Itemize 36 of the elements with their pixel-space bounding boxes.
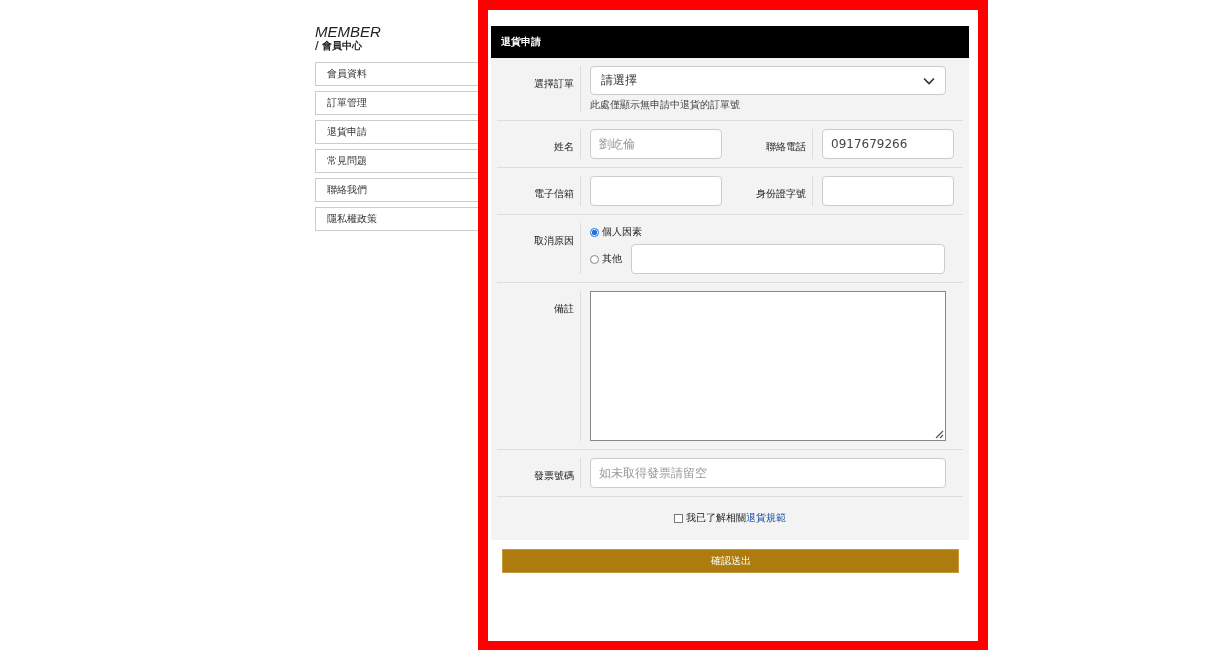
- input-field[interactable]: 0917679266: [822, 129, 954, 159]
- form-header: 退貨申請: [491, 26, 969, 58]
- radio-button[interactable]: [590, 227, 599, 237]
- sidebar-item[interactable]: 訂單管理: [315, 91, 478, 115]
- checkbox[interactable]: [674, 513, 683, 523]
- field-label: 選擇訂單: [534, 78, 574, 89]
- resize-grip-icon: [935, 430, 944, 439]
- radio-label: 個人因素: [602, 225, 642, 239]
- sidebar-item[interactable]: 常見問題: [315, 149, 478, 173]
- field-label: 姓名: [554, 141, 574, 152]
- input-field[interactable]: [631, 244, 945, 274]
- field-label: 備註: [554, 303, 574, 314]
- sidebar-item[interactable]: 隱私權政策: [315, 207, 478, 231]
- input-field[interactable]: 如未取得發票請留空: [590, 458, 946, 488]
- input-field[interactable]: [822, 176, 954, 206]
- field-label: 電子信箱: [534, 188, 574, 199]
- field-label: 取消原因: [534, 235, 574, 246]
- input-field[interactable]: 劉屹倫: [590, 129, 722, 159]
- radio-label: 其他: [602, 252, 622, 266]
- sidebar-title: MEMBER: [315, 24, 381, 40]
- agreement-text: 我已了解相關退貨規範: [686, 511, 786, 525]
- sidebar-item[interactable]: 退貨申請: [315, 120, 478, 144]
- field-label: 發票號碼: [534, 470, 574, 481]
- field-hint: 此處僅顯示無申請中退貨的訂單號: [590, 98, 741, 112]
- notes-textarea[interactable]: [590, 291, 946, 441]
- field-label: 身份證字號: [756, 188, 806, 199]
- input-field[interactable]: [590, 176, 722, 206]
- order-select[interactable]: 請選擇: [590, 66, 946, 95]
- field-label: 聯絡電話: [766, 141, 806, 152]
- sidebar-subtitle: / 會員中心: [315, 40, 363, 52]
- chevron-down-icon: [923, 76, 935, 85]
- radio-button[interactable]: [590, 254, 599, 264]
- policy-link[interactable]: 退貨規範: [746, 512, 786, 523]
- submit-button[interactable]: 確認送出: [502, 549, 959, 573]
- sidebar-item[interactable]: 會員資料: [315, 62, 478, 86]
- sidebar-item[interactable]: 聯絡我們: [315, 178, 478, 202]
